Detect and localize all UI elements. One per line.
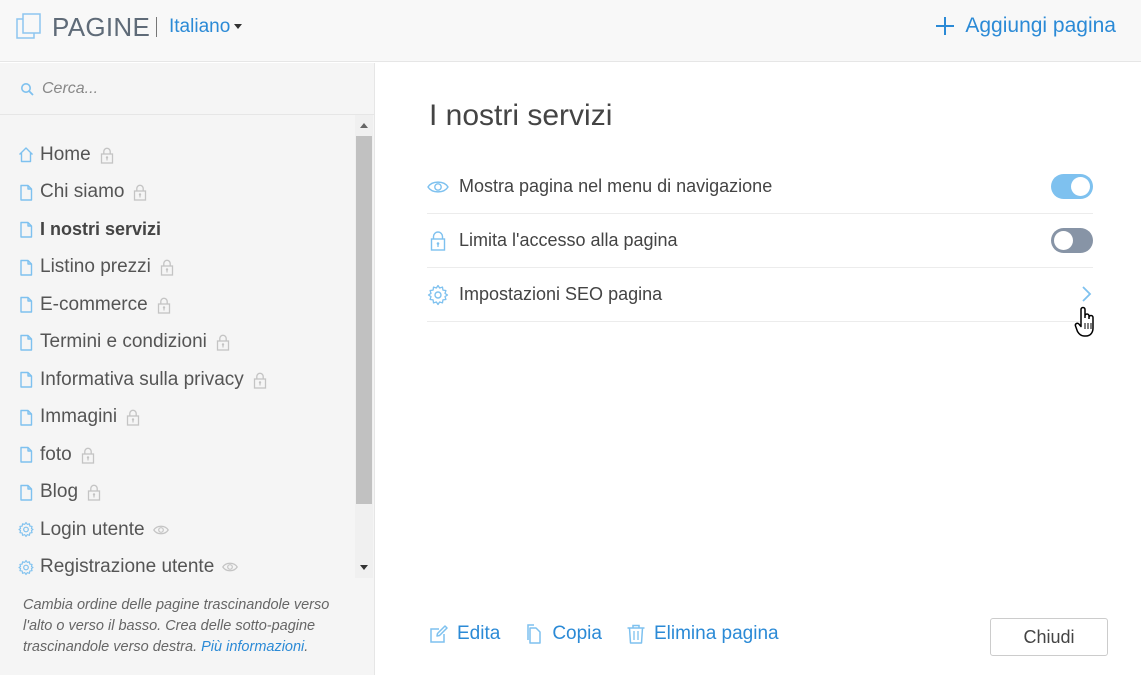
edit-button[interactable]: Edita xyxy=(429,623,500,645)
eye-icon xyxy=(222,562,239,572)
search-bar xyxy=(0,63,375,115)
sidebar-page-item[interactable]: Login utente xyxy=(0,511,355,549)
sidebar-page-item[interactable]: E-commerce xyxy=(0,286,355,324)
page-icon xyxy=(20,259,33,276)
lock-icon xyxy=(430,230,446,251)
page-list: Home Chi siamo I nostri servizi Listino pre… xyxy=(0,136,355,586)
search-icon xyxy=(21,82,34,96)
hand-pointer-cursor-icon xyxy=(1074,306,1094,337)
sidebar: Home Chi siamo I nostri servizi Listino pre… xyxy=(0,63,375,675)
add-page-label: Aggiungi pagina xyxy=(965,14,1116,37)
search-input[interactable] xyxy=(42,79,342,98)
close-button[interactable]: Chiudi xyxy=(990,618,1108,656)
page-item-label: E-commerce xyxy=(40,293,148,315)
eye-icon xyxy=(152,525,169,535)
pages-icon xyxy=(16,13,41,39)
lock-icon xyxy=(253,372,266,389)
toggle-knob xyxy=(1071,177,1090,196)
copy-icon xyxy=(527,624,542,644)
sidebar-page-item[interactable]: Blog xyxy=(0,474,355,512)
plus-icon xyxy=(936,17,955,35)
gear-icon xyxy=(18,559,34,575)
sidebar-page-item[interactable]: Listino prezzi xyxy=(0,249,355,287)
help-text: Cambia ordine delle pagine trascinandole… xyxy=(23,595,358,658)
more-info-link[interactable]: Più informazioni xyxy=(201,639,304,655)
option-restrict-access: Limita l'accesso alla pagina xyxy=(427,214,1093,268)
page-icon xyxy=(20,184,33,201)
page-icon xyxy=(20,222,33,238)
page-icon xyxy=(20,447,33,463)
option-seo-settings[interactable]: Impostazioni SEO pagina xyxy=(427,268,1093,322)
page-settings-panel: I nostri servizi Mostra pagina nel menu … xyxy=(376,63,1141,675)
lock-icon xyxy=(134,184,147,201)
page-icon xyxy=(20,297,33,313)
sidebar-page-item[interactable]: I nostri servizi xyxy=(0,211,355,249)
sidebar-page-item[interactable]: Chi siamo xyxy=(0,174,355,212)
language-selector[interactable]: Italiano xyxy=(169,16,243,38)
lock-icon xyxy=(216,334,230,351)
sidebar-page-item[interactable]: Registrazione utente xyxy=(0,549,355,587)
lock-icon xyxy=(100,147,113,164)
scroll-up-arrow-icon[interactable] xyxy=(360,123,368,128)
language-label: Italiano xyxy=(169,16,231,37)
page-item-label: Chi siamo xyxy=(40,181,125,203)
edit-icon xyxy=(430,625,448,643)
delete-page-button[interactable]: Elimina pagina xyxy=(626,623,779,645)
gear-icon xyxy=(427,284,449,305)
sidebar-page-item[interactable]: Immagini xyxy=(0,399,355,437)
scroll-down-arrow-icon[interactable] xyxy=(360,565,368,570)
page-item-label: Termini e condizioni xyxy=(40,331,207,353)
copy-button[interactable]: Copia xyxy=(524,623,602,645)
scroll-thumb[interactable] xyxy=(356,136,372,504)
selected-page-title: I nostri servizi xyxy=(429,99,613,132)
option-label: Impostazioni SEO pagina xyxy=(459,284,663,304)
sidebar-page-item[interactable]: Informativa sulla privacy xyxy=(0,361,355,399)
caret-down-icon xyxy=(234,24,243,30)
lock-icon xyxy=(160,259,174,276)
page-item-label: Registrazione utente xyxy=(40,556,215,578)
page-item-label: I nostri servizi xyxy=(40,219,162,240)
option-label: Limita l'accesso alla pagina xyxy=(459,230,678,250)
lock-icon xyxy=(81,447,94,464)
sidebar-page-item[interactable]: Termini e condizioni xyxy=(0,324,355,362)
option-label: Mostra pagina nel menu di navigazione xyxy=(459,176,773,196)
title-separator xyxy=(156,17,157,37)
page-actions: Edita Copia Elimina pagina xyxy=(429,623,803,645)
page-icon xyxy=(20,334,33,351)
page-item-label: Blog xyxy=(40,481,79,503)
add-page-button[interactable]: Aggiungi pagina xyxy=(935,14,1116,38)
page-item-label: Informativa sulla privacy xyxy=(40,368,244,390)
eye-icon xyxy=(427,180,449,193)
page-icon xyxy=(20,409,33,426)
chevron-right-icon[interactable] xyxy=(1079,285,1093,303)
header: PAGINE Italiano Aggiungi pagina xyxy=(0,0,1141,62)
page-title: PAGINE xyxy=(52,12,151,42)
sidebar-scrollbar[interactable] xyxy=(355,115,373,578)
page-item-label: Home xyxy=(40,143,91,165)
lock-icon xyxy=(87,484,101,501)
option-show-in-navigation: Mostra pagina nel menu di navigazione xyxy=(427,160,1093,214)
page-item-label: foto xyxy=(40,443,72,465)
gear-icon xyxy=(18,522,34,538)
lock-icon xyxy=(157,297,170,314)
copy-label: Copia xyxy=(552,623,602,644)
sidebar-page-item[interactable]: Home xyxy=(0,136,355,174)
page-item-label: Login utente xyxy=(40,518,145,540)
show-in-navigation-toggle[interactable] xyxy=(1051,174,1093,199)
page-item-label: Immagini xyxy=(40,406,118,428)
home-icon xyxy=(19,147,33,163)
trash-icon xyxy=(627,624,645,644)
help-text-end: . xyxy=(304,639,309,655)
toggle-knob xyxy=(1054,231,1073,250)
lock-icon xyxy=(126,409,140,426)
sidebar-page-item[interactable]: foto xyxy=(0,436,355,474)
restrict-access-toggle[interactable] xyxy=(1051,228,1093,253)
edit-label: Edita xyxy=(457,623,501,644)
page-icon xyxy=(20,372,33,388)
page-icon xyxy=(20,484,33,501)
page-item-label: Listino prezzi xyxy=(40,256,151,278)
delete-page-label: Elimina pagina xyxy=(653,623,779,644)
